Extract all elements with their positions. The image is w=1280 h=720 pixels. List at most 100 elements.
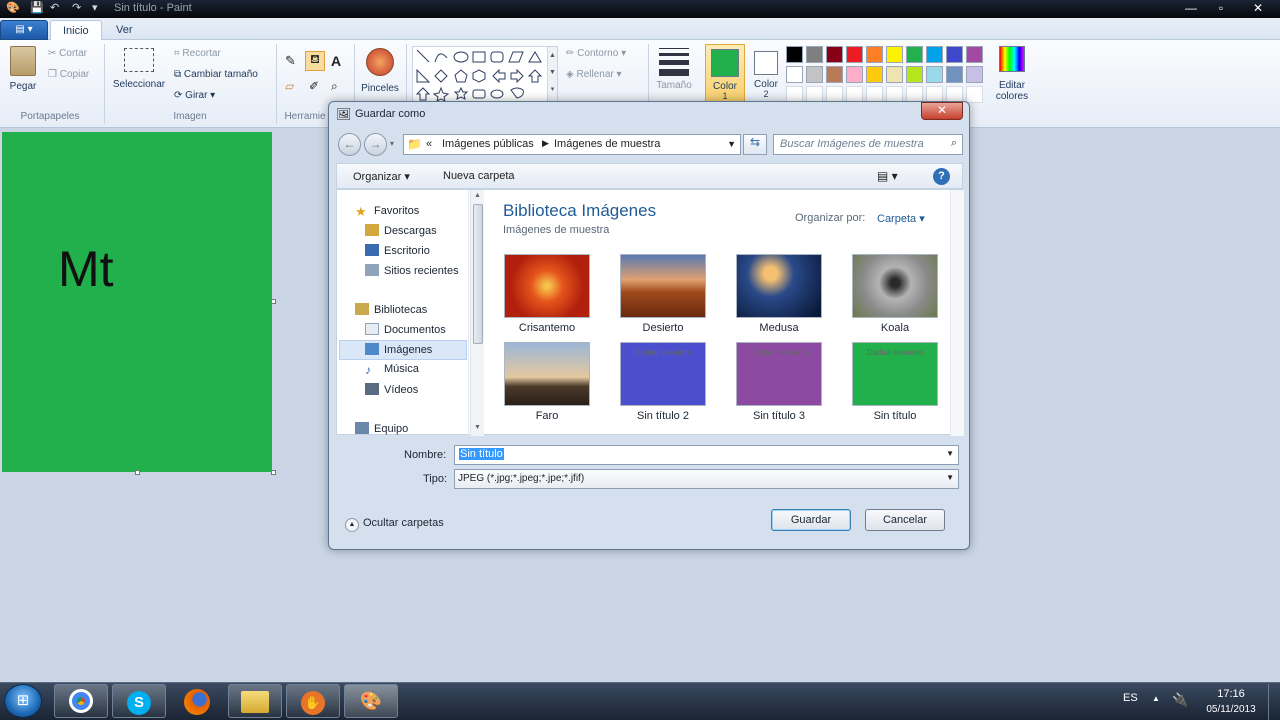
- organize-button[interactable]: Organizar ▾: [353, 170, 410, 183]
- size-button[interactable]: Tamaño: [652, 48, 696, 91]
- filetype-dropdown-icon[interactable]: ▼: [946, 473, 954, 482]
- taskbar-explorer[interactable]: [228, 684, 282, 718]
- palette-swatch[interactable]: [966, 46, 983, 63]
- palette-swatch[interactable]: [946, 66, 963, 83]
- new-folder-button[interactable]: Nueva carpeta: [443, 170, 515, 182]
- cancel-button[interactable]: Cancelar: [865, 509, 945, 531]
- file-thumbnail[interactable]: [504, 254, 590, 318]
- clock-time[interactable]: 17:16: [1200, 688, 1262, 700]
- quick-access-menu-icon[interactable]: ▾: [92, 1, 98, 17]
- taskbar-chrome[interactable]: [54, 684, 108, 718]
- palette-swatch[interactable]: [906, 46, 923, 63]
- palette-swatch[interactable]: [786, 46, 803, 63]
- taskbar-firefox[interactable]: [170, 684, 224, 718]
- search-input[interactable]: Buscar Imágenes de muestra ⌕: [773, 134, 963, 155]
- paint-app-icon[interactable]: 🎨: [6, 1, 20, 17]
- file-thumbnail[interactable]: [504, 342, 590, 406]
- palette-swatch[interactable]: [946, 46, 963, 63]
- nav-music[interactable]: ♪ Música: [365, 363, 419, 377]
- scroll-up-icon[interactable]: ▲: [474, 192, 481, 199]
- fill-button[interactable]: ◈ Rellenar ▾: [566, 69, 622, 80]
- file-name-label[interactable]: Desierto: [608, 322, 718, 334]
- nav-pictures[interactable]: Imágenes: [339, 340, 467, 360]
- redo-icon[interactable]: ↷: [72, 1, 81, 17]
- palette-swatch[interactable]: [926, 46, 943, 63]
- paste-button[interactable]: Pegar: [8, 46, 38, 92]
- outline-button[interactable]: ✏ Contorno ▾: [566, 48, 626, 59]
- minimize-button[interactable]: —: [1176, 0, 1206, 18]
- nav-favorites[interactable]: ★ Favoritos: [355, 204, 419, 219]
- nav-desktop[interactable]: Escritorio: [365, 244, 430, 257]
- palette-swatch[interactable]: [886, 46, 903, 63]
- file-name-label[interactable]: Sin título: [840, 410, 950, 422]
- palette-swatch[interactable]: [866, 46, 883, 63]
- start-button[interactable]: ⊞: [4, 684, 42, 718]
- palette-swatch[interactable]: [826, 66, 843, 83]
- nav-documents[interactable]: Documentos: [365, 323, 446, 336]
- forward-button[interactable]: →: [364, 133, 387, 156]
- view-icon[interactable]: ▤ ▾: [877, 169, 898, 183]
- nav-computer[interactable]: Equipo: [355, 422, 408, 435]
- address-bar[interactable]: 📁 « Imágenes públicas ▶ Imágenes de mues…: [403, 134, 741, 155]
- file-thumbnail[interactable]: [620, 254, 706, 318]
- color1-button[interactable]: Color 1: [705, 44, 745, 104]
- palette-swatch[interactable]: [786, 66, 803, 83]
- maximize-button[interactable]: ▫: [1206, 0, 1236, 18]
- brushes-button[interactable]: Pinceles: [358, 48, 402, 94]
- quick-save-icon[interactable]: 💾: [30, 1, 44, 17]
- palette-swatch[interactable]: [906, 66, 923, 83]
- palette-swatch[interactable]: [866, 66, 883, 83]
- pencil-icon[interactable]: ✎: [285, 53, 296, 69]
- fill-bucket-icon[interactable]: ⛾: [305, 51, 325, 71]
- shapes-scroll-icon[interactable]: ▲ ▼ ▾: [547, 47, 557, 101]
- file-name-label[interactable]: Koala: [840, 322, 950, 334]
- nav-scrollbar[interactable]: ▲ ▼: [470, 190, 484, 436]
- back-button[interactable]: ←: [338, 133, 361, 156]
- file-thumbnail[interactable]: [852, 254, 938, 318]
- palette-swatch[interactable]: [886, 66, 903, 83]
- resize-button[interactable]: ⧉ Cambiar tamaño: [174, 69, 258, 80]
- rotate-button[interactable]: ⟳ Girar ▾: [174, 90, 215, 101]
- magnifier-icon[interactable]: ⌕: [331, 79, 338, 94]
- clock-date[interactable]: 05/11/2013: [1196, 704, 1266, 715]
- language-indicator[interactable]: ES: [1123, 692, 1138, 704]
- crop-button[interactable]: ⌗ Recortar: [174, 48, 221, 59]
- text-tool-icon[interactable]: A: [331, 53, 341, 69]
- drawing-canvas[interactable]: [2, 132, 272, 472]
- resize-handle-corner[interactable]: [271, 470, 276, 475]
- eraser-icon[interactable]: ▱: [285, 79, 294, 93]
- tray-expand-icon[interactable]: ▲: [1152, 694, 1160, 703]
- nav-recent[interactable]: Sitios recientes: [365, 264, 459, 277]
- scroll-down-icon[interactable]: ▼: [474, 424, 481, 431]
- cut-button[interactable]: ✂ Cortar: [48, 48, 87, 59]
- color-picker-icon[interactable]: ✐: [309, 79, 319, 93]
- arrange-by-dropdown[interactable]: Carpeta ▾: [877, 212, 925, 225]
- content-scrollbar[interactable]: [950, 190, 964, 436]
- breadcrumb-item-publicas[interactable]: Imágenes públicas: [442, 138, 534, 150]
- save-button[interactable]: Guardar: [771, 509, 851, 531]
- dialog-close-button[interactable]: ✕: [921, 102, 963, 120]
- palette-swatch[interactable]: [806, 46, 823, 63]
- file-thumbnail[interactable]: Dadad sesaerm: [736, 342, 822, 406]
- nav-downloads[interactable]: Descargas: [365, 224, 437, 237]
- file-name-label[interactable]: Faro: [492, 410, 602, 422]
- taskbar-app[interactable]: ✋: [286, 684, 340, 718]
- file-thumbnail[interactable]: Dadad sesaerm: [620, 342, 706, 406]
- power-icon[interactable]: 🔌: [1172, 692, 1188, 708]
- taskbar-paint[interactable]: 🎨: [344, 684, 398, 718]
- palette-swatch[interactable]: [966, 66, 983, 83]
- file-thumbnail[interactable]: [736, 254, 822, 318]
- edit-colors-button[interactable]: Editar colores: [994, 46, 1030, 102]
- copy-button[interactable]: ❐ Copiar: [48, 69, 89, 80]
- show-desktop-button[interactable]: [1268, 684, 1280, 720]
- paint-menu-button[interactable]: ▤ ▾: [0, 20, 48, 40]
- color2-button[interactable]: Color 2: [748, 44, 784, 104]
- palette-swatch[interactable]: [846, 46, 863, 63]
- breadcrumb-separator-icon[interactable]: ▶: [542, 138, 549, 149]
- scroll-thumb[interactable]: [473, 204, 483, 344]
- breadcrumb-overflow-icon[interactable]: «: [426, 138, 432, 150]
- palette-swatch[interactable]: [846, 66, 863, 83]
- select-button[interactable]: Seleccionar: [110, 48, 168, 90]
- help-icon[interactable]: ?: [933, 168, 950, 185]
- filename-dropdown-icon[interactable]: ▼: [946, 449, 954, 458]
